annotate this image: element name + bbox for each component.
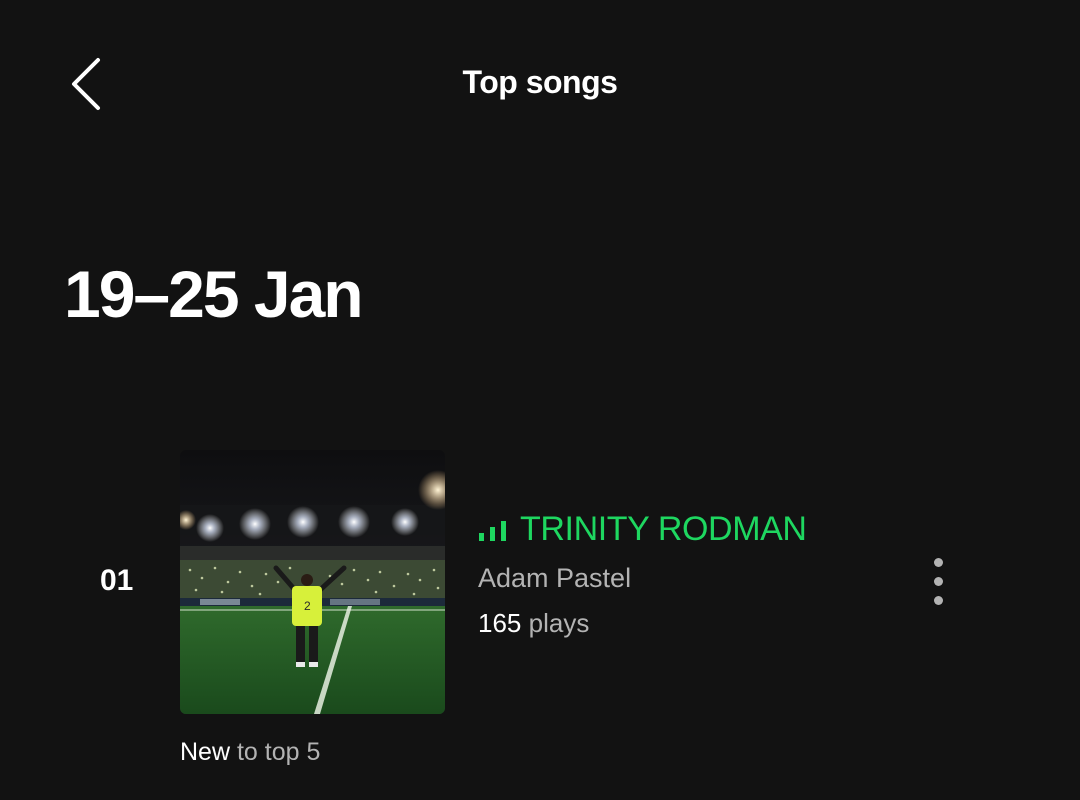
header: Top songs — [0, 0, 1080, 170]
badge-strong-text: New — [180, 738, 231, 766]
more-vertical-icon — [933, 557, 943, 567]
song-info: TRINITY RODMAN Adam Pastel 165 plays — [478, 510, 807, 639]
top-songs-screen: Top songs 19–25 Jan 01 2 TRINITY RODMAN … — [0, 0, 1080, 800]
rank-change-badge: New to top 5 — [180, 738, 320, 767]
song-title[interactable]: TRINITY RODMAN — [520, 510, 807, 549]
more-vertical-icon-dot — [933, 595, 943, 605]
song-rank: 01 — [100, 564, 134, 597]
play-count: 165 plays — [478, 608, 807, 639]
more-options-button[interactable] — [918, 546, 958, 616]
album-cover[interactable]: 2 — [180, 450, 445, 714]
play-count-number: 165 — [478, 608, 522, 638]
song-row[interactable]: 01 2 TRINITY RODMAN Adam Pastel 165 play… — [0, 448, 1080, 768]
equalizer-bars-icon — [479, 520, 506, 541]
week-range-title: 19–25 Jan — [64, 257, 364, 331]
more-vertical-icon-dot — [933, 576, 943, 586]
song-artist[interactable]: Adam Pastel — [478, 563, 807, 594]
svg-text:2: 2 — [304, 599, 311, 613]
page-title: Top songs — [462, 64, 618, 100]
play-count-label: plays — [528, 608, 590, 638]
badge-rest-text: to top 5 — [236, 738, 321, 766]
song-title-line: TRINITY RODMAN — [478, 510, 807, 549]
